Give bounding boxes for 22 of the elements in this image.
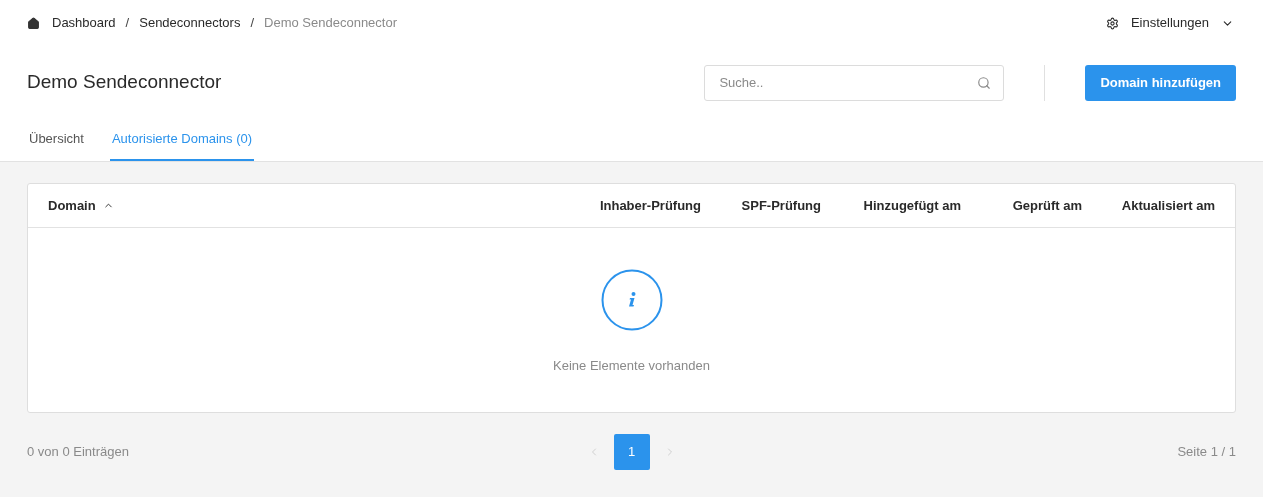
empty-message: Keine Elemente vorhanden	[553, 357, 710, 375]
breadcrumb-link[interactable]: Sendeconnectors	[139, 13, 241, 33]
settings-icon	[1105, 16, 1119, 30]
entry-count: 0 von 0 Einträgen	[27, 443, 130, 462]
search-icon	[977, 75, 992, 90]
settings-menu[interactable]: Einstellungen	[1105, 13, 1234, 33]
info-icon	[600, 269, 663, 331]
column-header[interactable]: Hinzugefügt am	[863, 195, 961, 216]
tab[interactable]: Übersicht	[27, 119, 86, 161]
breadcrumb-link[interactable]: Dashboard	[52, 13, 116, 33]
home-icon[interactable]	[27, 16, 40, 30]
breadcrumb-separator: /	[125, 14, 130, 33]
search-field[interactable]: Suche..	[704, 64, 1005, 101]
page-title: Demo Sendeconnector	[27, 70, 222, 95]
breadcrumb-separator: /	[250, 14, 255, 33]
column-header[interactable]: Aktualisiert am	[1121, 195, 1215, 216]
page-info: Seite 1 / 1	[1176, 443, 1236, 462]
column-header[interactable]: SPF-Prüfung	[741, 195, 821, 216]
column-header[interactable]: Inhaber-Prüfung	[599, 195, 701, 216]
column-header[interactable]: Geprüft am	[1012, 195, 1082, 216]
column-header[interactable]: Domain	[48, 195, 114, 216]
breadcrumb-link[interactable]: Demo Sendeconnector	[264, 13, 398, 33]
